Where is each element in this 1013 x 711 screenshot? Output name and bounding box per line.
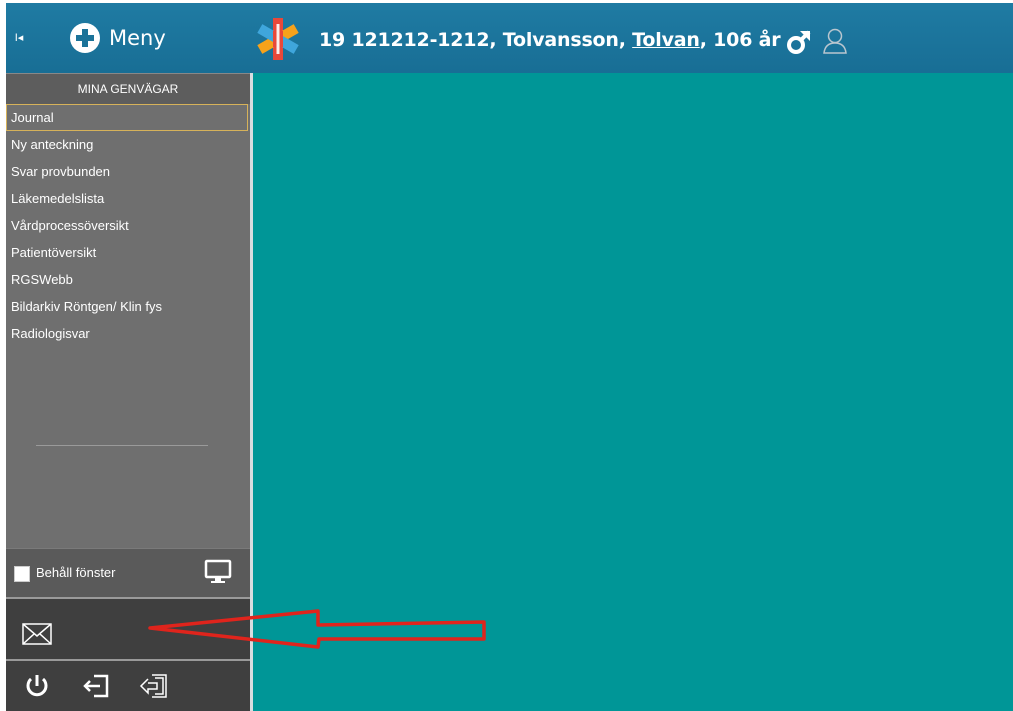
logout-icon[interactable]: [82, 673, 110, 699]
mail-icon[interactable]: [22, 623, 52, 645]
shortcut-lakemedelslista[interactable]: Läkemedelslista: [6, 185, 248, 212]
patient-firstname-link[interactable]: Tolvan: [632, 29, 700, 51]
shortcut-svar-provbunden[interactable]: Svar provbunden: [6, 158, 248, 185]
sidebar-divider: [36, 445, 208, 446]
patient-id: 19 121212-1212,: [319, 29, 497, 51]
patient-surname: Tolvansson,: [502, 29, 626, 51]
collapse-sidebar-button[interactable]: I◂: [12, 31, 26, 45]
plus-icon: [70, 23, 100, 53]
shortcut-patientoversikt[interactable]: Patientöversikt: [6, 239, 248, 266]
shortcut-bildarkiv[interactable]: Bildarkiv Röntgen/ Klin fys: [6, 293, 248, 320]
shortcut-rgswebb[interactable]: RGSWebb: [6, 266, 248, 293]
top-header: I◂ Meny 19 121212-1212, Tolvansson, Tolv…: [6, 3, 1013, 73]
menu-label: Meny: [109, 26, 166, 50]
person-icon[interactable]: [822, 27, 848, 55]
menu-button[interactable]: Meny: [70, 23, 166, 53]
star-of-life-logo: [257, 18, 299, 60]
patient-info: 19 121212-1212, Tolvansson, Tolvan, 106 …: [319, 29, 781, 51]
power-icon[interactable]: [24, 673, 50, 699]
monitor-icon[interactable]: [204, 558, 232, 586]
male-icon: [787, 30, 811, 54]
shortcuts-title: MINA GENVÄGAR: [6, 73, 250, 104]
annotation-arrow: [148, 609, 486, 649]
keep-window-checkbox[interactable]: [14, 566, 30, 582]
keep-window-row: Behåll fönster: [6, 548, 250, 599]
shortcut-ny-anteckning[interactable]: Ny anteckning: [6, 131, 248, 158]
patient-age: , 106 år: [699, 29, 781, 51]
switch-user-icon[interactable]: [138, 673, 170, 699]
shortcut-journal[interactable]: Journal: [6, 104, 248, 131]
shortcut-radiologisvar[interactable]: Radiologisvar: [6, 320, 248, 347]
shortcut-vardprocessoversikt[interactable]: Vårdprocessöversikt: [6, 212, 248, 239]
keep-window-label: Behåll fönster: [36, 565, 116, 580]
bottom-actions: [6, 661, 250, 711]
